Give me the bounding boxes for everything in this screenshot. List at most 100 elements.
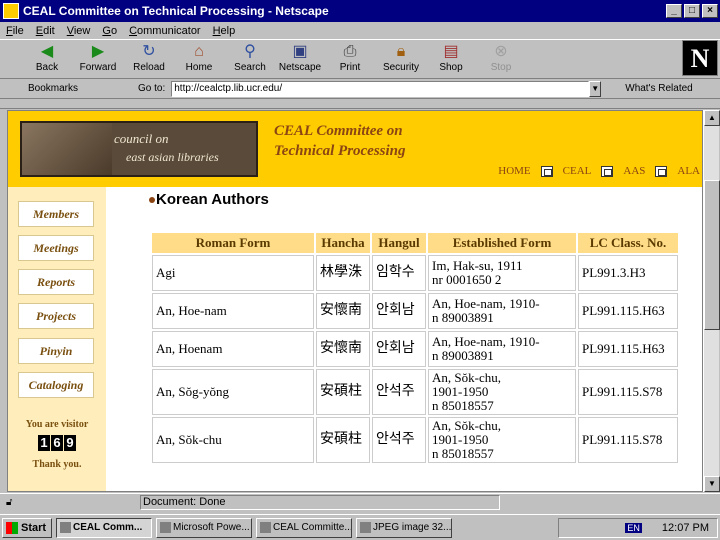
nav-cataloging-button[interactable]: Cataloging — [18, 372, 94, 398]
logo-artwork — [22, 123, 112, 175]
home-icon: ⌂ — [194, 43, 204, 60]
url-input[interactable] — [171, 80, 590, 97]
reload-button[interactable]: ↻ Reload — [124, 42, 174, 78]
column-header: LC Class. No. — [578, 233, 678, 253]
taskbar-item[interactable]: CEAL Comm... — [56, 517, 152, 538]
personal-toolbar — [0, 99, 720, 109]
menu-go[interactable]: Go — [102, 25, 117, 37]
menu-communicator[interactable]: Communicator — [129, 25, 201, 37]
nav-projects-button[interactable]: Projects — [18, 303, 94, 329]
nav-separator-icon — [540, 165, 553, 177]
nav-members-button[interactable]: Members — [18, 201, 94, 227]
nav-aas-link[interactable]: AAS — [623, 165, 645, 177]
site-title-line-1: CEAL Committee on — [274, 123, 403, 139]
cell-roman-form: An, Hoenam — [152, 331, 314, 367]
stop-button[interactable]: ⊗ Stop — [476, 42, 526, 78]
menu-file[interactable]: File — [6, 25, 24, 37]
cell-hancha: 安懷南 — [316, 331, 370, 367]
home-label: Home — [185, 62, 213, 73]
nav-home-link[interactable]: HOME — [498, 165, 530, 177]
table-row: Agi 林學洙 임학수 Im, Hak-su, 1911 nr 0001650 2 PL… — [152, 255, 678, 291]
cell-lc-class-no: PL991.115.S78 — [578, 417, 678, 463]
netscape-logo-icon[interactable]: N — [682, 40, 718, 76]
site-logo[interactable]: council on east asian libraries — [20, 121, 258, 177]
back-arrow-icon: ◀ — [40, 43, 54, 60]
taskbar-item[interactable]: JPEG image 32... — [356, 517, 452, 538]
column-header: Hancha — [316, 233, 370, 253]
whats-related-button[interactable]: What's Related — [625, 83, 693, 94]
lock-icon: 🔒︎ — [396, 43, 406, 60]
location-bar: Bookmarks Go to: ▼ What's Related — [0, 79, 720, 99]
authors-table: Roman Form Hancha Hangul Established For… — [150, 231, 680, 465]
url-dropdown-icon[interactable]: ▼ — [589, 80, 602, 97]
visitor-counter: 1 6 9 — [38, 435, 77, 451]
search-button[interactable]: ⚲ Search — [225, 42, 275, 78]
cell-established-form: An, Hoe-nam, 1910- n 89003891 — [428, 331, 576, 367]
reload-label: Reload — [133, 62, 165, 73]
taskbar-item[interactable]: Microsoft Powe... — [156, 517, 252, 538]
site-header: council on east asian libraries CEAL Com… — [8, 111, 702, 187]
taskbar-item[interactable]: CEAL Committe... — [256, 517, 352, 538]
logo-line-1: council on — [114, 131, 169, 146]
print-label: Print — [339, 62, 361, 73]
close-button[interactable]: × — [702, 4, 718, 18]
scroll-up-icon[interactable]: ▲ — [704, 110, 720, 126]
cell-roman-form: An, Sŏk-chu — [152, 417, 314, 463]
netscape-label: Netscape — [278, 62, 322, 73]
forward-button[interactable]: ▶ Forward — [73, 42, 123, 78]
top-navigation: HOME CEAL AAS ALA — [494, 165, 702, 177]
menu-edit[interactable]: Edit — [36, 25, 55, 37]
nav-separator-icon — [601, 165, 614, 177]
security-button[interactable]: 🔒︎ Security — [376, 42, 426, 78]
cell-lc-class-no: PL991.115.H63 — [578, 331, 678, 367]
nav-ala-link[interactable]: ALA — [677, 165, 700, 177]
cell-hancha: 安碩柱 — [316, 369, 370, 415]
goto-label: Go to: — [138, 83, 166, 94]
counter-digit: 9 — [64, 435, 76, 451]
home-button[interactable]: ⌂ Home — [174, 42, 224, 78]
menu-view[interactable]: View — [67, 25, 91, 37]
menu-help[interactable]: Help — [213, 25, 236, 37]
scroll-down-icon[interactable]: ▼ — [704, 476, 720, 492]
netscape-button[interactable]: ▣ Netscape — [275, 42, 325, 78]
print-button[interactable]: ⎙ Print — [325, 42, 375, 78]
cell-roman-form: An, Hoe-nam — [152, 293, 314, 329]
nav-reports-button[interactable]: Reports — [18, 269, 94, 295]
cell-established-form: Im, Hak-su, 1911 nr 0001650 2 — [428, 255, 576, 291]
security-label: Security — [382, 62, 420, 73]
back-label: Back — [35, 62, 59, 73]
cell-hangul: 안회남 — [372, 293, 426, 329]
cell-hancha: 安碩柱 — [316, 417, 370, 463]
cell-hangul: 임학수 — [372, 255, 426, 291]
bookmarks-button[interactable]: Bookmarks — [28, 83, 108, 94]
nav-ceal-link[interactable]: CEAL — [563, 165, 592, 177]
nav-separator-icon — [655, 165, 668, 177]
vertical-scrollbar[interactable]: ▲ ▼ — [703, 110, 720, 492]
minimize-button[interactable]: _ — [666, 4, 682, 18]
window-titlebar[interactable]: CEAL Committee on Technical Processing -… — [0, 0, 720, 22]
shop-icon: ▤ — [443, 43, 459, 60]
back-button[interactable]: ◀ Back — [22, 42, 72, 78]
nav-pinyin-button[interactable]: Pinyin — [18, 338, 94, 364]
shop-label: Shop — [439, 62, 463, 73]
netscape-icon: ▣ — [292, 43, 308, 60]
column-header: Established Form — [428, 233, 576, 253]
cell-hancha: 林學洙 — [316, 255, 370, 291]
cell-lc-class-no: PL991.3.H3 — [578, 255, 678, 291]
start-button[interactable]: Start — [2, 517, 52, 538]
table-row: An, Sŏk-chu 安碩柱 안석주 An, Sŏk-chu, 1901-1950 … — [152, 417, 678, 463]
navigation-toolbar: ◀ Back ▶ Forward ↻ Reload ⌂ Home ⚲ Searc… — [0, 39, 720, 79]
stop-label: Stop — [490, 62, 512, 73]
scrollbar-thumb[interactable] — [704, 180, 720, 330]
status-text: Document: Done — [140, 495, 500, 510]
cell-established-form: An, Sŏk-chu, 1901-1950 n 85018557 — [428, 369, 576, 415]
nav-meetings-button[interactable]: Meetings — [18, 235, 94, 261]
maximize-button[interactable]: □ — [684, 4, 700, 18]
shop-button[interactable]: ▤ Shop — [426, 42, 476, 78]
security-status-icon[interactable]: 🔓︎ — [6, 497, 46, 508]
clock: 12:07 PM — [661, 522, 709, 534]
system-tray: EN 12:07 PM — [558, 518, 718, 538]
language-indicator[interactable]: EN — [625, 523, 642, 533]
cell-roman-form: Agi — [152, 255, 314, 291]
stop-icon: ⊗ — [494, 43, 508, 60]
